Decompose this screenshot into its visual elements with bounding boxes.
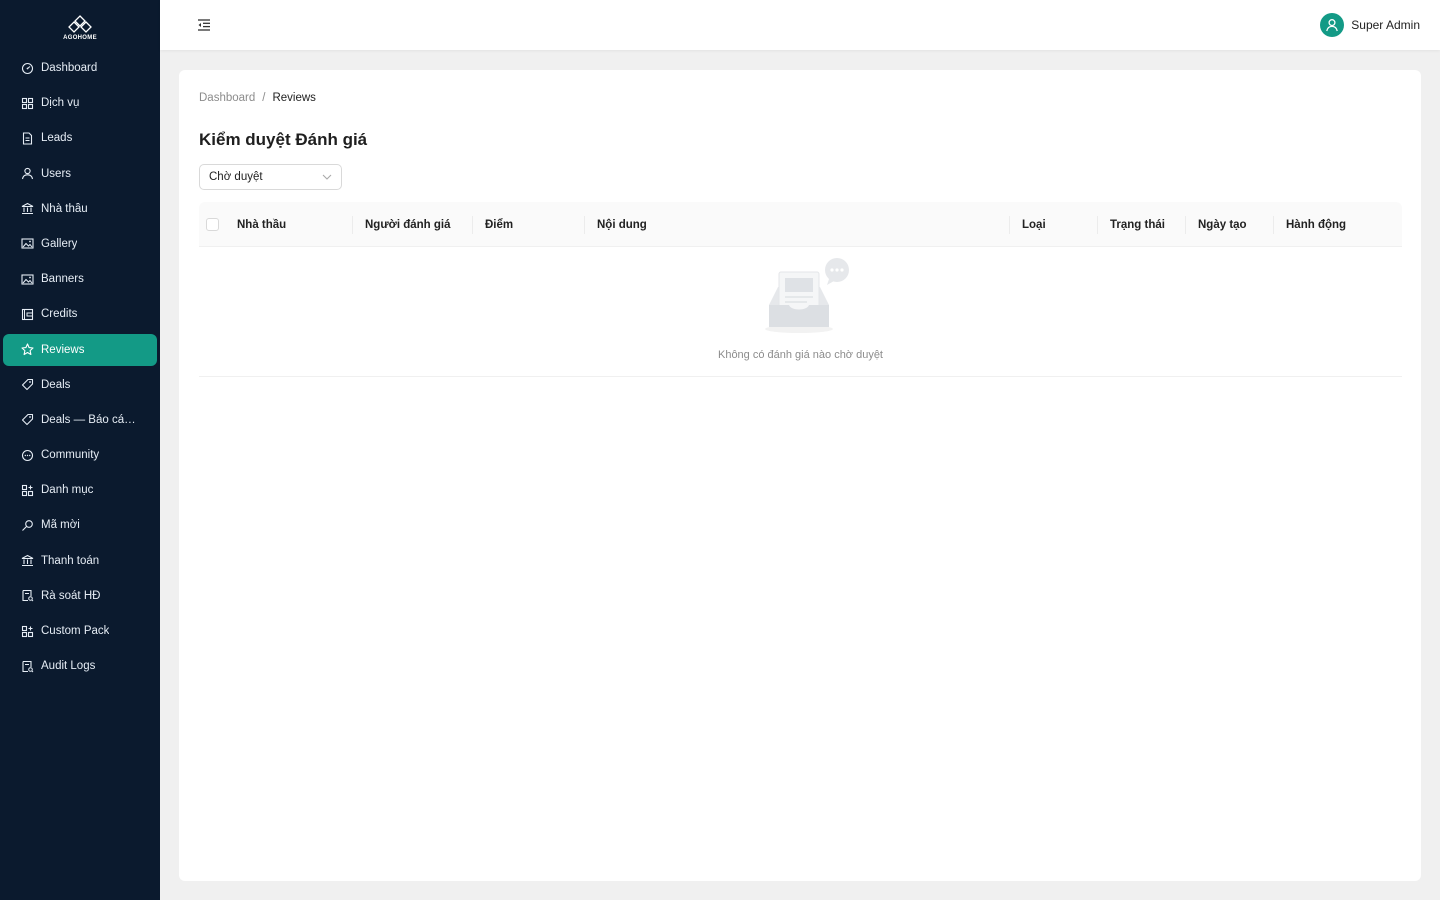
empty-state-text: Không có đánh giá nào chờ duyệt (717, 349, 883, 361)
user-icon (1326, 19, 1339, 32)
column-header-created[interactable]: Ngày tạo (1198, 202, 1247, 247)
sidebar-item-dashboard[interactable]: Dashboard (3, 52, 157, 84)
grid-icon (21, 97, 34, 110)
sidebar-item-thanh-toan[interactable]: Thanh toán (3, 545, 157, 577)
empty-inbox-icon (765, 258, 849, 333)
wallet-icon (21, 308, 34, 321)
breadcrumb-separator: / (262, 92, 266, 104)
sidebar-item-danh-muc[interactable]: Danh mục (3, 474, 157, 506)
bank-icon (21, 554, 34, 567)
audit-icon (21, 589, 34, 602)
image-icon (21, 273, 34, 286)
column-header-reviewer[interactable]: Người đánh giá (365, 202, 451, 247)
sidebar-item-deals[interactable]: Deals (3, 369, 157, 401)
sidebar-item-reviews[interactable]: Reviews (3, 333, 157, 366)
sidebar-item-label: Deals (41, 378, 71, 391)
message-icon (21, 449, 34, 462)
breadcrumb-current: Reviews (272, 92, 316, 104)
sidebar-item-label: Custom Pack (41, 625, 110, 637)
column-header-actions: Hành động (1286, 218, 1347, 231)
content-card: Dashboard / Reviews Kiểm duyệt Đánh giá … (179, 70, 1421, 881)
bank-icon (21, 202, 34, 215)
sidebar-item-label: Credits (41, 308, 78, 321)
sidebar-item-label: Thanh toán (41, 554, 100, 567)
sidebar-item-label: Leads (41, 132, 73, 145)
sidebar-item-ra-soat-hd[interactable]: Rà soát HĐ (3, 580, 157, 612)
column-header-status[interactable]: Trạng thái (1110, 202, 1165, 247)
sidebar-item-label: Gallery (41, 237, 78, 250)
table-header: Nhà thầu Người đánh giá Điểm Nội dung Lo… (199, 202, 1402, 247)
column-header-content[interactable]: Nội dung (597, 202, 647, 247)
breadcrumb-root[interactable]: Dashboard (199, 92, 255, 104)
sidebar-item-audit-logs[interactable]: Audit Logs (3, 650, 157, 682)
image-icon (21, 237, 34, 250)
dashboard-icon (21, 62, 34, 75)
user-icon (21, 167, 34, 180)
sidebar-item-dich-vu[interactable]: Dịch vụ (3, 87, 157, 119)
menu-fold-icon[interactable] (197, 18, 211, 32)
sidebar-item-credits[interactable]: Credits (3, 298, 157, 330)
sidebar-item-label: Dashboard (41, 62, 98, 74)
sidebar: AGOHOME Dashboard Dịch vụ Leads Users Nhà th… (0, 0, 160, 900)
column-header-score[interactable]: Điểm (485, 202, 513, 247)
sidebar-item-label: Users (41, 167, 72, 180)
logo-icon (68, 14, 92, 33)
sidebar-item-users[interactable]: Users (3, 158, 157, 190)
sidebar-item-label: Rà soát HĐ (41, 589, 101, 602)
status-filter-select[interactable]: Chờ duyệt (199, 164, 342, 190)
page-title: Kiểm duyệt Đánh giá (199, 130, 368, 149)
column-header-type[interactable]: Loại (1022, 202, 1046, 247)
sidebar-item-ma-moi[interactable]: Mã mời (3, 509, 157, 541)
sidebar-item-label: Banners (41, 273, 84, 286)
empty-state: Không có đánh giá nào chờ duyệt (199, 247, 1402, 377)
sidebar-item-gallery[interactable]: Gallery (3, 228, 157, 260)
select-all-checkbox[interactable] (206, 218, 219, 231)
sidebar-item-label: Audit Logs (41, 660, 96, 673)
sidebar-item-label: Danh mục (41, 484, 94, 497)
audit-icon (21, 660, 34, 673)
sidebar-item-custom-pack[interactable]: Custom Pack (3, 615, 157, 647)
tag-icon (21, 378, 34, 391)
user-menu[interactable]: Super Admin (1320, 13, 1420, 37)
sidebar-item-label: Nhà thầu (41, 202, 88, 215)
sidebar-item-deals-bao-cao[interactable]: Deals — Báo cáo ... (3, 404, 157, 436)
file-icon (21, 132, 34, 145)
tag-icon (21, 413, 34, 426)
sidebar-item-label: Deals — Báo cáo ... (41, 413, 141, 426)
status-filter-value: Chờ duyệt (209, 171, 263, 183)
sidebar-menu: Dashboard Dịch vụ Leads Users Nhà thầu Galler… (0, 52, 160, 682)
sidebar-item-label: Mã mời (41, 519, 80, 532)
key-icon (21, 519, 34, 532)
user-name: Super Admin (1351, 18, 1420, 32)
appstore-icon (21, 625, 34, 638)
sidebar-item-leads[interactable]: Leads (3, 122, 157, 154)
breadcrumb: Dashboard / Reviews (199, 92, 316, 104)
star-icon (21, 343, 34, 356)
appstore-icon (21, 484, 34, 497)
sidebar-item-banners[interactable]: Banners (3, 263, 157, 295)
sidebar-item-label: Community (41, 449, 100, 462)
sidebar-item-community[interactable]: Community (3, 439, 157, 471)
top-header: Super Admin (160, 0, 1440, 50)
brand-logo[interactable]: AGOHOME (0, 0, 160, 52)
sidebar-item-label: Dịch vụ (41, 97, 80, 110)
avatar (1320, 13, 1345, 37)
sidebar-item-nha-thau[interactable]: Nhà thầu (3, 193, 157, 225)
brand-name: AGOHOME (63, 34, 97, 41)
reviews-table: Nhà thầu Người đánh giá Điểm Nội dung Lo… (199, 202, 1402, 377)
sidebar-item-label: Reviews (41, 343, 85, 356)
column-header-contractor[interactable]: Nhà thầu (237, 202, 286, 247)
chevron-down-icon (322, 174, 332, 180)
